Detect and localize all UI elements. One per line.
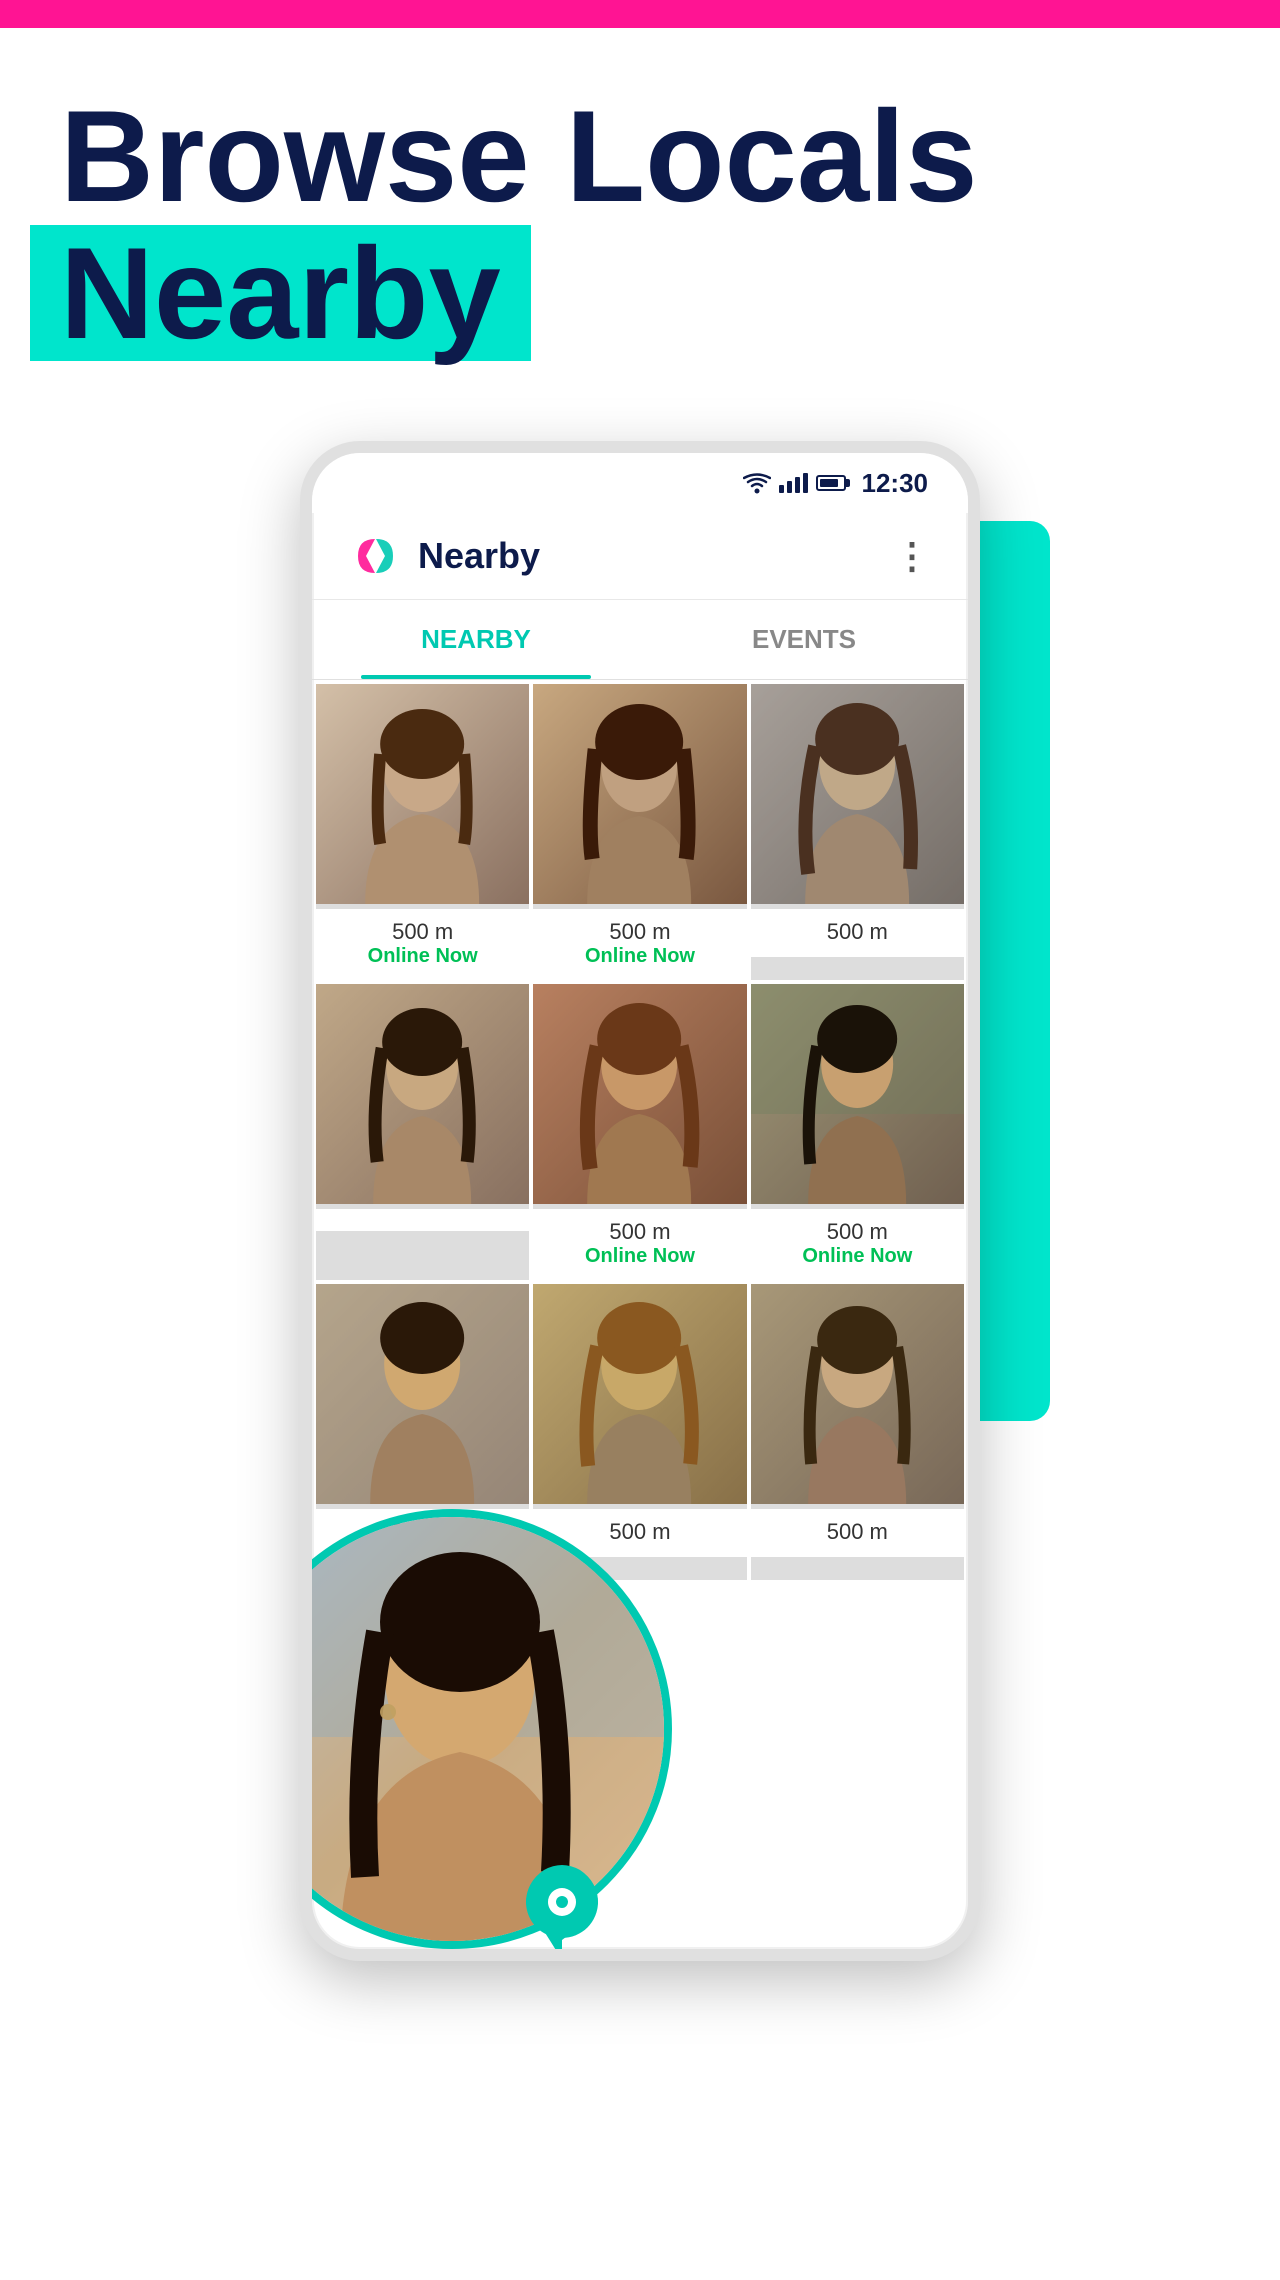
distance-2: 500 m: [541, 919, 738, 945]
profile-photo-2: [533, 684, 746, 904]
status-icons: [743, 472, 846, 494]
online-status-6: Online Now: [759, 1245, 956, 1268]
status-bar: 12:30: [312, 453, 968, 513]
profile-card[interactable]: 500 m Online Now: [533, 984, 746, 1280]
profile-card[interactable]: 500 m Online Now: [533, 684, 746, 980]
profile-info-2: 500 m Online Now: [533, 909, 746, 980]
distance-5: 500 m: [541, 1219, 738, 1245]
hero-title: Browse Locals Nearby: [60, 88, 1220, 361]
battery-icon: [816, 475, 846, 491]
tabs-container: NEARBY EVENTS: [312, 600, 968, 680]
app-name-label: Nearby: [418, 535, 540, 577]
phone-frame: 12:30 Nearby ⋮ N: [300, 441, 980, 1961]
profile-card[interactable]: 500 m: [533, 1284, 746, 1580]
profile-info-6: 500 m Online Now: [751, 1209, 964, 1280]
distance-8: 500 m: [541, 1519, 738, 1545]
tab-events[interactable]: EVENTS: [640, 600, 968, 679]
profile-card[interactable]: 500 m: [751, 684, 964, 980]
tab-nearby[interactable]: NEARBY: [312, 600, 640, 679]
profile-info-4: [316, 1209, 529, 1231]
distance-6: 500 m: [759, 1219, 956, 1245]
top-bar: [0, 0, 1280, 28]
phone-outer: 12:30 Nearby ⋮ N: [260, 441, 1020, 2001]
profile-card[interactable]: [316, 984, 529, 1280]
online-status-1: Online Now: [324, 945, 521, 968]
hero-line2: Nearby: [60, 225, 531, 362]
app-header: Nearby ⋮: [312, 513, 968, 600]
app-logo-area: Nearby: [348, 529, 540, 583]
more-menu-icon[interactable]: ⋮: [894, 535, 932, 577]
location-pin: [522, 1864, 602, 1961]
profile-info-1: 500 m Online Now: [316, 909, 529, 980]
profile-info-9: 500 m: [751, 1509, 964, 1557]
profile-photo-7: [316, 1284, 529, 1504]
profile-photo-5: [533, 984, 746, 1204]
hero-line1: Browse Locals: [60, 88, 1220, 225]
cyan-accent-bar: [970, 521, 1050, 1421]
profile-photo-1: [316, 684, 529, 904]
location-pin-icon: [522, 1864, 602, 1961]
phone-section: 12:30 Nearby ⋮ N: [0, 401, 1280, 2001]
hero-highlight: Nearby: [30, 225, 531, 362]
wifi-icon: [743, 472, 771, 494]
profile-photo-3: [751, 684, 964, 904]
app-logo-icon: [348, 529, 402, 583]
profile-card[interactable]: 500 m Online Now: [751, 984, 964, 1280]
large-profile-photo: [300, 1517, 672, 1949]
profile-card[interactable]: 500 m Online Now: [316, 684, 529, 980]
profile-photo-4: [316, 984, 529, 1204]
signal-icon: [779, 473, 808, 493]
distance-1: 500 m: [324, 919, 521, 945]
profile-photo-9: [751, 1284, 964, 1504]
time-display: 12:30: [862, 468, 929, 499]
hero-section: Browse Locals Nearby: [0, 28, 1280, 401]
profile-info-5: 500 m Online Now: [533, 1209, 746, 1280]
distance-3: 500 m: [759, 919, 956, 945]
online-status-5: Online Now: [541, 1245, 738, 1268]
profile-photo-8: [533, 1284, 746, 1504]
online-status-2: Online Now: [541, 945, 738, 968]
profile-card[interactable]: 500 m: [751, 1284, 964, 1580]
distance-9: 500 m: [759, 1519, 956, 1545]
profile-grid: 500 m Online Now: [312, 680, 968, 1584]
profile-photo-6: [751, 984, 964, 1204]
profile-info-3: 500 m: [751, 909, 964, 957]
